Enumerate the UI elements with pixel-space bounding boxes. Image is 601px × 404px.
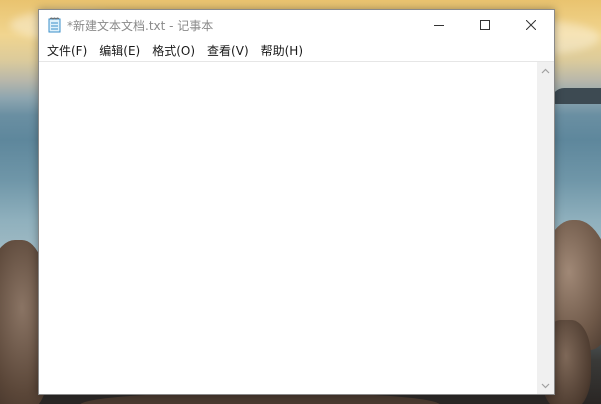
caption-buttons — [416, 10, 554, 40]
desktop-wallpaper: *新建文本文档.txt - 记事本 文件(F) 编辑(E) 格式(O) 查看(V… — [0, 0, 601, 404]
menu-bar: 文件(F) 编辑(E) 格式(O) 查看(V) 帮助(H) — [39, 40, 554, 61]
scroll-down-button[interactable] — [537, 377, 554, 394]
maximize-icon — [480, 20, 490, 30]
wallpaper-island — [551, 88, 601, 104]
notepad-icon — [48, 17, 61, 33]
close-button[interactable] — [508, 10, 554, 40]
editor-area — [39, 61, 554, 394]
maximize-button[interactable] — [462, 10, 508, 40]
menu-file[interactable]: 文件(F) — [41, 41, 93, 61]
menu-help[interactable]: 帮助(H) — [255, 41, 309, 61]
window-title: *新建文本文档.txt - 记事本 — [67, 18, 214, 33]
minimize-icon — [434, 25, 444, 26]
vertical-scrollbar[interactable] — [537, 62, 554, 394]
menu-format[interactable]: 格式(O) — [146, 41, 201, 61]
close-icon — [526, 20, 536, 30]
title-bar[interactable]: *新建文本文档.txt - 记事本 — [39, 10, 554, 40]
menu-edit[interactable]: 编辑(E) — [93, 41, 146, 61]
menu-view[interactable]: 查看(V) — [201, 41, 255, 61]
text-editor[interactable] — [39, 62, 537, 394]
chevron-down-icon — [541, 383, 550, 388]
scroll-up-button[interactable] — [537, 62, 554, 79]
chevron-up-icon — [541, 68, 550, 73]
notepad-window[interactable]: *新建文本文档.txt - 记事本 文件(F) 编辑(E) 格式(O) 查看(V… — [38, 9, 555, 395]
minimize-button[interactable] — [416, 10, 462, 40]
